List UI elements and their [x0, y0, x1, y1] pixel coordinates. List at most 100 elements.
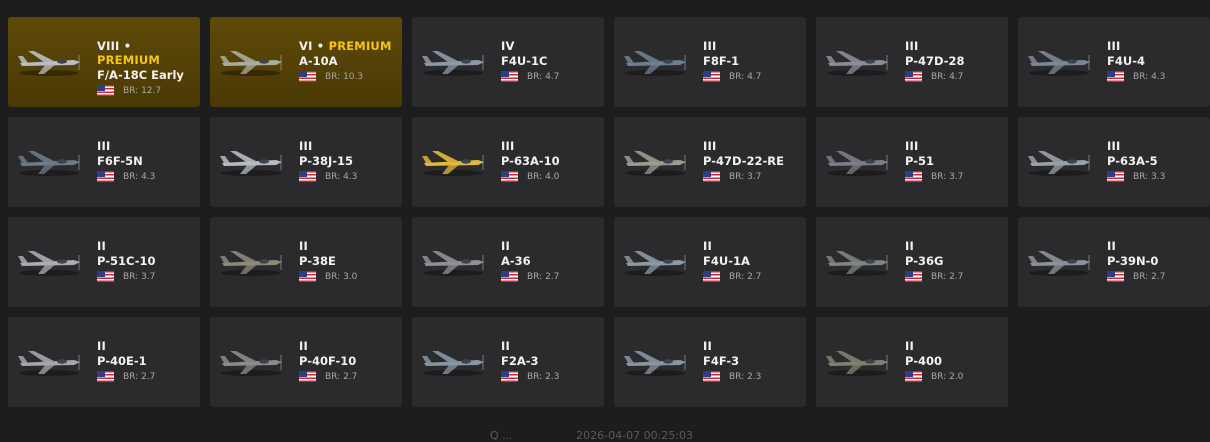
battle-rating: BR: 3.7	[729, 172, 761, 182]
vehicle-rank-line: III	[905, 139, 1004, 153]
usa-flag-icon	[501, 371, 518, 382]
vehicle-card[interactable]: II P-400 BR: 2.0	[816, 317, 1008, 407]
battle-rating: BR: 3.7	[931, 172, 963, 182]
vehicle-rank-line: II	[299, 239, 398, 253]
vehicle-info: II F4F-3 BR: 2.3	[703, 339, 802, 382]
usa-flag-icon	[299, 71, 316, 82]
battle-rating-row: BR: 4.3	[97, 171, 196, 182]
usa-flag-icon	[1107, 171, 1124, 182]
vehicle-card[interactable]: II P-51C-10 BR: 3.7	[8, 217, 200, 307]
vehicle-card[interactable]: II F4F-3 BR: 2.3	[614, 317, 806, 407]
battle-rating-row: BR: 12.7	[97, 85, 196, 96]
battle-rating-prefix: BR:	[729, 171, 745, 182]
usa-flag-icon	[97, 371, 114, 382]
battle-rating: BR: 3.3	[1133, 172, 1165, 182]
aircraft-icon	[624, 151, 686, 176]
vehicle-info: III P-63A-10 BR: 4.0	[501, 139, 600, 182]
vehicle-card[interactable]: III P-47D-22-RE BR: 3.7	[614, 117, 806, 207]
vehicle-card[interactable]: II P-36G BR: 2.7	[816, 217, 1008, 307]
battle-rating-prefix: BR:	[123, 271, 139, 282]
vehicle-info: III P-38J-15 BR: 4.3	[299, 139, 398, 182]
battle-rating: BR: 4.0	[527, 172, 559, 182]
vehicle-info: II P-40F-10 BR: 2.7	[299, 339, 398, 382]
battle-rating-prefix: BR:	[1133, 71, 1149, 82]
battle-rating-row: BR: 2.3	[703, 371, 802, 382]
vehicle-card[interactable]: II F2A-3 BR: 2.3	[412, 317, 604, 407]
vehicle-card[interactable]: II P-40E-1 BR: 2.7	[8, 317, 200, 407]
vehicle-rank-line: III	[703, 39, 802, 53]
vehicle-info: II P-40E-1 BR: 2.7	[97, 339, 196, 382]
aircraft-icon	[18, 251, 80, 276]
vehicle-card[interactable]: VIII • PREMIUM F/A-18C Early BR: 12.7	[8, 17, 200, 107]
vehicle-info: III F8F-1 BR: 4.7	[703, 39, 802, 82]
vehicle-info: II P-39N-0 BR: 2.7	[1107, 239, 1206, 282]
vehicle-info: II P-38E BR: 3.0	[299, 239, 398, 282]
vehicle-card[interactable]: II P-39N-0 BR: 2.7	[1018, 217, 1210, 307]
vehicle-info: III P-51 BR: 3.7	[905, 139, 1004, 182]
vehicle-name: P-63A-5	[1107, 154, 1158, 168]
vehicle-rank: III	[97, 139, 111, 153]
battle-rating: BR: 3.0	[325, 272, 357, 282]
usa-flag-icon	[97, 171, 114, 182]
vehicle-card[interactable]: II F4U-1A BR: 2.7	[614, 217, 806, 307]
battle-rating-row: BR: 2.7	[703, 271, 802, 282]
vehicle-card[interactable]: III F6F-5N BR: 4.3	[8, 117, 200, 207]
vehicle-card[interactable]: III P-47D-28 BR: 4.7	[816, 17, 1008, 107]
vehicle-rank: II	[905, 339, 914, 353]
battle-rating-row: BR: 4.7	[501, 71, 600, 82]
vehicle-card[interactable]: IV F4U-1C BR: 4.7	[412, 17, 604, 107]
usa-flag-icon	[905, 271, 922, 282]
battle-rating-value: 2.3	[545, 371, 560, 382]
battle-rating-prefix: BR:	[123, 371, 139, 382]
battle-rating-row: BR: 3.7	[97, 271, 196, 282]
aircraft-icon	[1028, 151, 1090, 176]
vehicle-card[interactable]: II P-40F-10 BR: 2.7	[210, 317, 402, 407]
vehicle-name: F4U-1A	[703, 254, 750, 268]
vehicle-name: P-51C-10	[97, 254, 156, 268]
battle-rating-row: BR: 2.7	[501, 271, 600, 282]
vehicle-rank: III	[299, 139, 313, 153]
vehicle-rank: II	[703, 239, 712, 253]
vehicle-card[interactable]: III P-63A-10 BR: 4.0	[412, 117, 604, 207]
battle-rating-value: 3.0	[343, 271, 358, 282]
battle-rating-prefix: BR:	[527, 271, 543, 282]
vehicle-rank-line: III	[97, 139, 196, 153]
vehicle-card[interactable]: VI • PREMIUM A-10A BR: 10.3	[210, 17, 402, 107]
aircraft-icon	[624, 251, 686, 276]
battle-rating: BR: 2.7	[729, 272, 761, 282]
vehicle-rank-line: III	[1107, 139, 1206, 153]
usa-flag-icon	[703, 371, 720, 382]
battle-rating-value: 4.0	[545, 171, 560, 182]
battle-rating-row: BR: 4.7	[905, 71, 1004, 82]
battle-rating: BR: 2.7	[527, 272, 559, 282]
battle-rating-row: BR: 3.7	[905, 171, 1004, 182]
battle-rating: BR: 4.3	[325, 172, 357, 182]
vehicle-card[interactable]: III P-63A-5 BR: 3.3	[1018, 117, 1210, 207]
vehicle-card[interactable]: II P-38E BR: 3.0	[210, 217, 402, 307]
aircraft-icon	[220, 51, 282, 76]
vehicle-card[interactable]: III P-38J-15 BR: 4.3	[210, 117, 402, 207]
vehicle-card[interactable]: III P-51 BR: 3.7	[816, 117, 1008, 207]
battle-rating-value: 4.7	[545, 71, 560, 82]
battle-rating: BR: 4.7	[729, 72, 761, 82]
footer-left-text: Q ...	[490, 429, 513, 442]
vehicle-info: III P-63A-5 BR: 3.3	[1107, 139, 1206, 182]
vehicle-rank-line: III	[1107, 39, 1206, 53]
aircraft-icon	[422, 151, 484, 176]
vehicle-card[interactable]: III F8F-1 BR: 4.7	[614, 17, 806, 107]
aircraft-icon	[624, 51, 686, 76]
usa-flag-icon	[299, 171, 316, 182]
battle-rating-row: BR: 4.3	[299, 171, 398, 182]
vehicle-rank: III	[703, 139, 717, 153]
vehicle-info: III P-47D-22-RE BR: 3.7	[703, 139, 802, 182]
battle-rating-value: 2.3	[747, 371, 762, 382]
vehicle-card[interactable]: III F4U-4 BR: 4.3	[1018, 17, 1210, 107]
vehicle-card[interactable]: II A-36 BR: 2.7	[412, 217, 604, 307]
vehicle-info: II F4U-1A BR: 2.7	[703, 239, 802, 282]
vehicle-rank-line: VI • PREMIUM	[299, 39, 398, 53]
vehicle-rank: VIII •	[97, 39, 132, 53]
usa-flag-icon	[97, 85, 114, 96]
usa-flag-icon	[1107, 71, 1124, 82]
battle-rating-value: 3.7	[141, 271, 156, 282]
vehicle-rank: II	[703, 339, 712, 353]
